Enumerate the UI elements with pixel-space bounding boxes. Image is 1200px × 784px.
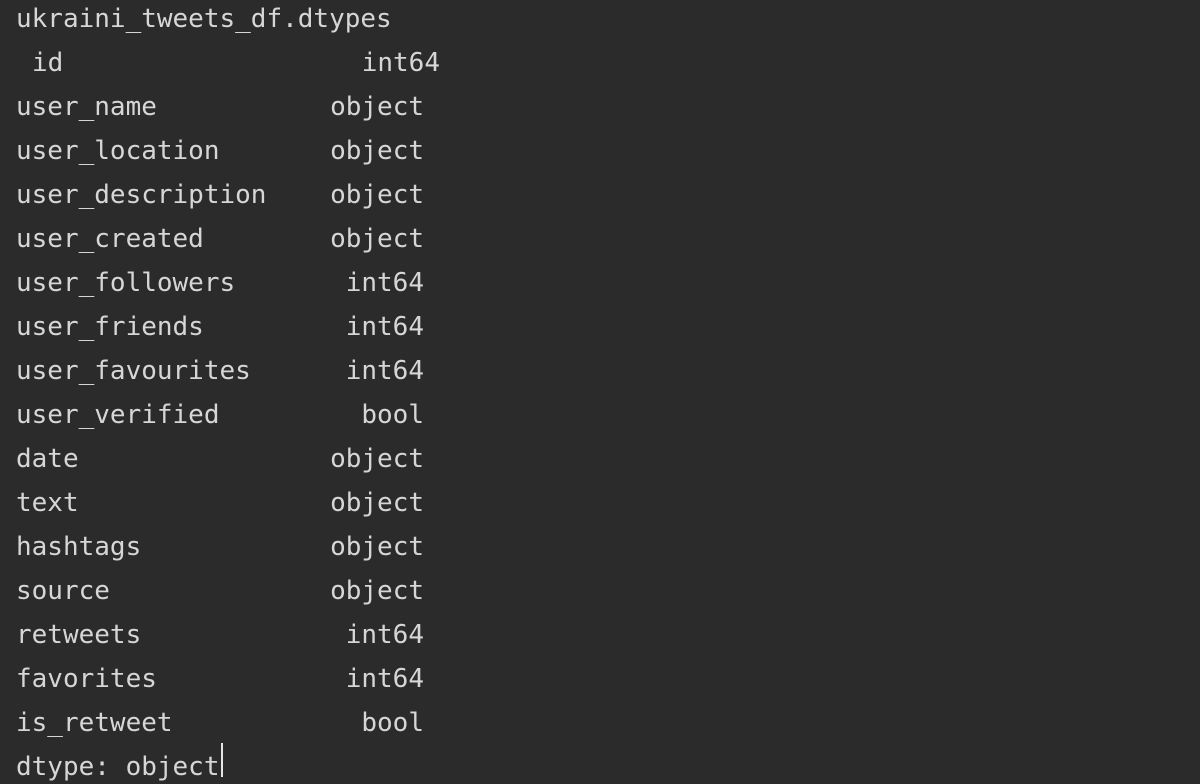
column-dtype: object <box>330 92 424 122</box>
column-dtype: bool <box>361 400 424 430</box>
column-name: source <box>16 576 110 606</box>
dtype-row-user-name: user_name object <box>16 85 1200 129</box>
dtype-row-id: id int64 <box>16 41 1200 85</box>
column-dtype: int64 <box>345 312 424 342</box>
column-dtype: object <box>330 576 424 606</box>
column-dtype: int64 <box>345 664 424 694</box>
column-dtype: object <box>330 136 424 166</box>
dtype-row-hashtags: hashtags object <box>16 525 1200 569</box>
column-dtype: object <box>330 532 424 562</box>
column-name: user_followers <box>16 268 236 298</box>
column-dtype: int64 <box>345 620 424 650</box>
column-name: hashtags <box>16 532 142 562</box>
column-dtype: object <box>330 224 424 254</box>
dtype-row-user-description: user_description object <box>16 173 1200 217</box>
column-name: user_description <box>16 180 267 210</box>
column-name: user_verified <box>16 400 220 430</box>
dtype-row-user-verified: user_verified bool <box>16 393 1200 437</box>
column-dtype: object <box>330 180 424 210</box>
dtype-row-date: date object <box>16 437 1200 481</box>
column-dtype: object <box>330 444 424 474</box>
dtype-row-favorites: favorites int64 <box>16 657 1200 701</box>
command-text: ukraini_tweets_df.dtypes <box>16 4 392 34</box>
dtype-row-user-created: user_created object <box>16 217 1200 261</box>
column-dtype: int64 <box>361 48 440 78</box>
dtype-row-user-followers: user_followers int64 <box>16 261 1200 305</box>
text-cursor <box>220 743 223 777</box>
console-output: ukraini_tweets_df.dtypes id int64 user_n… <box>0 0 1200 784</box>
column-name: user_friends <box>16 312 204 342</box>
dtype-row-source: source object <box>16 569 1200 613</box>
column-dtype: bool <box>361 708 424 738</box>
dtype-row-text: text object <box>16 481 1200 525</box>
column-name: favorites <box>16 664 157 694</box>
column-name: is_retweet <box>16 708 173 738</box>
column-name: user_favourites <box>16 356 251 386</box>
column-name: retweets <box>16 620 142 650</box>
dtype-row-retweets: retweets int64 <box>16 613 1200 657</box>
dtype-row-is-retweet: is_retweet bool <box>16 701 1200 745</box>
column-dtype: object <box>330 488 424 518</box>
column-dtype: int64 <box>345 356 424 386</box>
dtype-row-user-location: user_location object <box>16 129 1200 173</box>
command-line: ukraini_tweets_df.dtypes <box>16 0 1200 41</box>
dtype-footer: dtype: object <box>16 752 220 782</box>
column-dtype: int64 <box>345 268 424 298</box>
dtype-row-user-favourites: user_favourites int64 <box>16 349 1200 393</box>
column-name: user_created <box>16 224 204 254</box>
column-name: id <box>32 48 64 78</box>
dtype-row-user-friends: user_friends int64 <box>16 305 1200 349</box>
dtype-footer-line: dtype: object <box>16 743 1200 784</box>
column-name: text <box>16 488 79 518</box>
column-name: user_name <box>16 92 157 122</box>
column-name: user_location <box>16 136 220 166</box>
column-name: date <box>16 444 79 474</box>
